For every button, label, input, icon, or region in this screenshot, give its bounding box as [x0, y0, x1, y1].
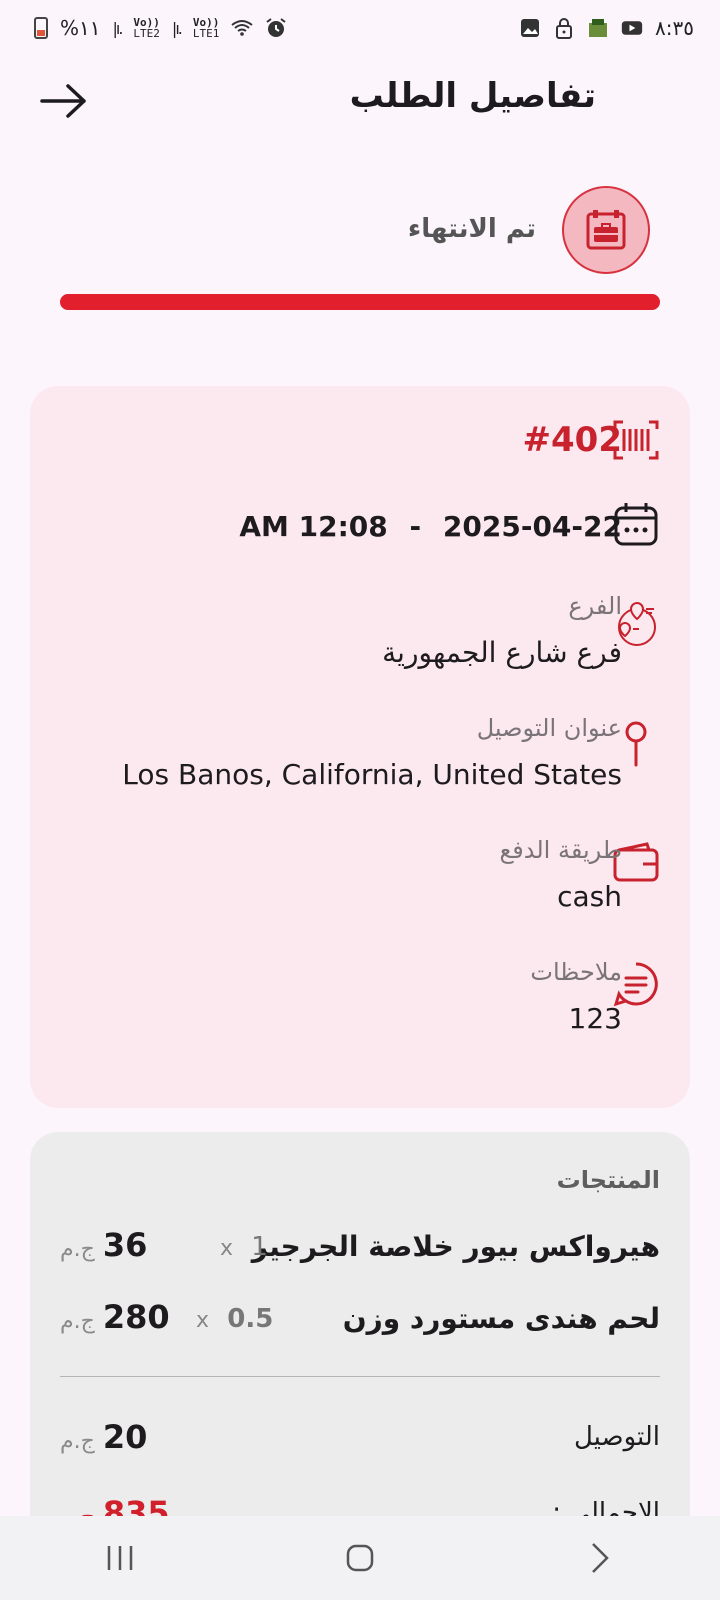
- back-nav-button[interactable]: [570, 1528, 630, 1588]
- signal-icon: |ı.: [112, 18, 124, 38]
- qty-prefix: x: [220, 1236, 234, 1261]
- products-title: المنتجات: [556, 1166, 660, 1194]
- calendar-box-icon: [586, 210, 626, 250]
- app-icon: [587, 17, 609, 39]
- payment-label: طريقة الدفع: [499, 836, 622, 864]
- product-price: 36 ج.م: [60, 1226, 147, 1264]
- currency-label: ج.م: [60, 1429, 95, 1454]
- qty-value: 0.5: [227, 1304, 274, 1334]
- back-chevron-icon: [592, 1543, 609, 1573]
- product-qty: 0.5 x: [196, 1304, 273, 1334]
- address-value: Los Banos, California, United States: [122, 758, 622, 791]
- branch-value: فرع شارع الجمهورية: [382, 636, 622, 669]
- products-card: المنتجات هيرواكس بيور خلاصة الجرجير 1 x …: [30, 1132, 690, 1552]
- wifi-icon: [231, 17, 253, 39]
- price-value: 36: [102, 1226, 148, 1264]
- price-value: 20: [102, 1418, 148, 1456]
- order-time: AM 12:08: [239, 510, 388, 543]
- qty-prefix: x: [196, 1308, 210, 1333]
- payment-value: cash: [557, 880, 622, 913]
- system-nav-bar: [0, 1516, 720, 1600]
- order-date: 2025-04-22: [442, 510, 622, 543]
- datetime-separator: -: [409, 510, 422, 543]
- branch-label: الفرع: [568, 592, 622, 620]
- page-title: تفاصيل الطلب: [349, 76, 596, 116]
- gallery-icon: [519, 17, 541, 39]
- back-button[interactable]: [36, 73, 92, 129]
- product-item: لحم هندى مستورد وزن 0.5 x 280 ج.م: [60, 1296, 660, 1346]
- status-label: تم الانتهاء: [407, 214, 536, 244]
- price-value: 280: [102, 1298, 170, 1336]
- status-progress-bar: [60, 294, 660, 310]
- youtube-icon: [621, 17, 643, 39]
- order-number: #402: [522, 420, 622, 460]
- battery-icon: [34, 17, 48, 39]
- arrow-right-icon: [40, 84, 86, 118]
- order-details-card: #402 AM 12:08 - 2025-04-22 الفرع فرع شار…: [30, 386, 690, 1108]
- sim1-label: Vo)) LTE2: [133, 16, 160, 40]
- delivery-row: التوصيل 20 ج.م: [60, 1416, 660, 1466]
- app-header: تفاصيل الطلب: [0, 56, 720, 146]
- notes-value: 123: [568, 1002, 622, 1035]
- lock-icon: [553, 17, 575, 39]
- sim2-label: Vo)) LTE1: [192, 16, 220, 40]
- home-icon: [346, 1544, 374, 1572]
- status-bar-right: ٨:٣٥: [519, 16, 694, 40]
- status-icon: [562, 186, 650, 274]
- signal-icon: |ı.: [171, 18, 183, 38]
- address-label: عنوان التوصيل: [476, 714, 622, 742]
- recents-icon: [107, 1546, 133, 1570]
- product-name: هيرواكس بيور خلاصة الجرجير: [251, 1230, 660, 1263]
- clock: ٨:٣٥: [655, 16, 694, 40]
- currency-label: ج.م: [60, 1237, 95, 1262]
- delivery-label: التوصيل: [573, 1422, 660, 1452]
- order-status: تم الانتهاء: [60, 186, 660, 276]
- battery-percent: %١١: [60, 16, 101, 40]
- status-bar: %١١ |ı. Vo)) LTE2 |ı. Vo)) LTE1 ٨:٣٥: [0, 0, 720, 56]
- alarm-icon: [265, 17, 287, 39]
- home-button[interactable]: [330, 1528, 390, 1588]
- product-price: 280 ج.م: [60, 1298, 170, 1336]
- product-name: لحم هندى مستورد وزن: [342, 1302, 660, 1335]
- status-bar-left: %١١ |ı. Vo)) LTE2 |ı. Vo)) LTE1: [34, 16, 287, 40]
- product-item: هيرواكس بيور خلاصة الجرجير 1 x 36 ج.م: [60, 1224, 660, 1274]
- notes-label: ملاحظات: [530, 958, 622, 986]
- recents-button[interactable]: [90, 1528, 150, 1588]
- delivery-price: 20 ج.م: [60, 1418, 147, 1456]
- divider: [60, 1376, 660, 1377]
- product-qty: 1 x: [220, 1232, 268, 1262]
- order-datetime: AM 12:08 - 2025-04-22: [239, 510, 622, 543]
- qty-value: 1: [251, 1232, 268, 1262]
- currency-label: ج.م: [60, 1309, 95, 1334]
